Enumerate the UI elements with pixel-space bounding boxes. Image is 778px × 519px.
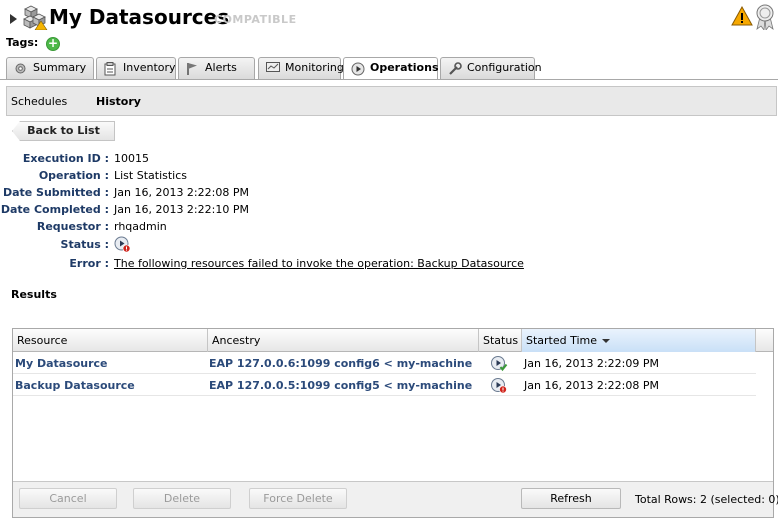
resource-group-icon (23, 4, 49, 33)
tab-label: Summary (33, 61, 87, 74)
results-heading: Results (11, 288, 57, 301)
tab-label: Monitoring (285, 61, 344, 74)
flag-icon (186, 62, 198, 78)
execution-id-value: 10015 (114, 152, 149, 165)
started-time-cell: Jan 16, 2013 2:22:08 PM (524, 379, 659, 392)
results-grid: Resource Ancestry Status Started Time My… (12, 328, 778, 518)
subtab-schedules[interactable]: Schedules (11, 95, 67, 108)
column-label: Started Time (526, 334, 598, 347)
subtab-bar: Schedules History (6, 86, 777, 116)
add-tag-icon[interactable]: + (46, 37, 60, 51)
tab-inventory[interactable]: Inventory (96, 57, 176, 79)
tab-label: Alerts (205, 61, 237, 74)
column-label: Resource (17, 334, 68, 347)
date-submitted-value: Jan 16, 2013 2:22:08 PM (114, 186, 249, 199)
gear-icon (14, 62, 27, 78)
column-label: Status (483, 334, 519, 347)
back-to-list-button[interactable]: Back to List (12, 121, 115, 141)
delete-button[interactable]: Delete (133, 488, 231, 509)
wrench-icon (448, 62, 462, 79)
cancel-button[interactable]: Cancel (19, 488, 117, 509)
sort-descending-icon (602, 339, 611, 343)
play-icon (351, 62, 365, 79)
grid-header: Resource Ancestry Status Started Time (13, 329, 773, 352)
tab-operations[interactable]: Operations (343, 57, 439, 80)
column-header-status[interactable]: Status (479, 329, 522, 352)
status-label: Status : (60, 238, 109, 251)
column-header-filler (756, 329, 773, 352)
award-ribbon-icon[interactable] (755, 4, 775, 33)
total-rows-label: Total Rows: 2 (selected: 0) (635, 493, 778, 506)
tab-alerts[interactable]: Alerts (178, 57, 255, 79)
execution-id-label: Execution ID : (22, 152, 109, 165)
warning-icon[interactable] (731, 5, 753, 29)
monitor-icon (266, 62, 280, 77)
column-header-started-time[interactable]: Started Time (522, 329, 756, 352)
table-row[interactable]: My Datasource EAP 127.0.0.6:1099 config6… (13, 352, 756, 374)
subtab-history[interactable]: History (96, 95, 141, 108)
force-delete-button[interactable]: Force Delete (249, 488, 347, 509)
page-title: My Datasources (49, 5, 230, 29)
operation-label: Operation : (38, 169, 109, 182)
requestor-label: Requestor : (36, 220, 109, 233)
date-submitted-label: Date Submitted : (2, 186, 109, 199)
failure-icon (114, 236, 131, 256)
tab-divider (0, 79, 778, 80)
started-time-cell: Jan 16, 2013 2:22:09 PM (524, 357, 659, 370)
expand-arrow-icon[interactable] (10, 14, 17, 24)
grid-footer: Cancel Delete Force Delete Refresh Total… (13, 481, 778, 517)
tab-label: Inventory (123, 61, 176, 74)
table-row[interactable]: Backup Datasource EAP 127.0.0.5:1099 con… (13, 374, 756, 396)
tab-configuration[interactable]: Configuration (440, 57, 542, 79)
date-completed-label: Date Completed : (0, 203, 109, 216)
compatible-badge: COMPATIBLE (214, 13, 297, 26)
ancestry-link[interactable]: EAP 127.0.0.6:1099 config6 < my-machine (209, 357, 472, 370)
refresh-button[interactable]: Refresh (521, 488, 621, 509)
error-message-link[interactable]: The following resources failed to invoke… (114, 257, 524, 270)
page-header: My Datasources COMPATIBLE (0, 0, 778, 34)
operation-value: List Statistics (114, 169, 188, 182)
clipboard-icon (104, 62, 116, 79)
resource-link[interactable]: My Datasource (15, 357, 108, 370)
date-completed-value: Jan 16, 2013 2:22:10 PM (114, 203, 249, 216)
tags-label: Tags: (6, 36, 39, 49)
failure-icon (490, 377, 508, 397)
column-header-ancestry[interactable]: Ancestry (208, 329, 479, 352)
requestor-value: rhqadmin (114, 220, 167, 233)
ancestry-link[interactable]: EAP 127.0.0.5:1099 config5 < my-machine (209, 379, 472, 392)
column-label: Ancestry (212, 334, 261, 347)
error-label: Error : (69, 257, 109, 270)
resource-link[interactable]: Backup Datasource (15, 379, 135, 392)
tab-summary[interactable]: Summary (6, 57, 94, 79)
tab-monitoring[interactable]: Monitoring (258, 57, 344, 79)
column-header-resource[interactable]: Resource (13, 329, 208, 352)
tab-label: Operations (370, 61, 439, 74)
tab-label: Configuration (467, 61, 542, 74)
success-icon (490, 355, 508, 375)
